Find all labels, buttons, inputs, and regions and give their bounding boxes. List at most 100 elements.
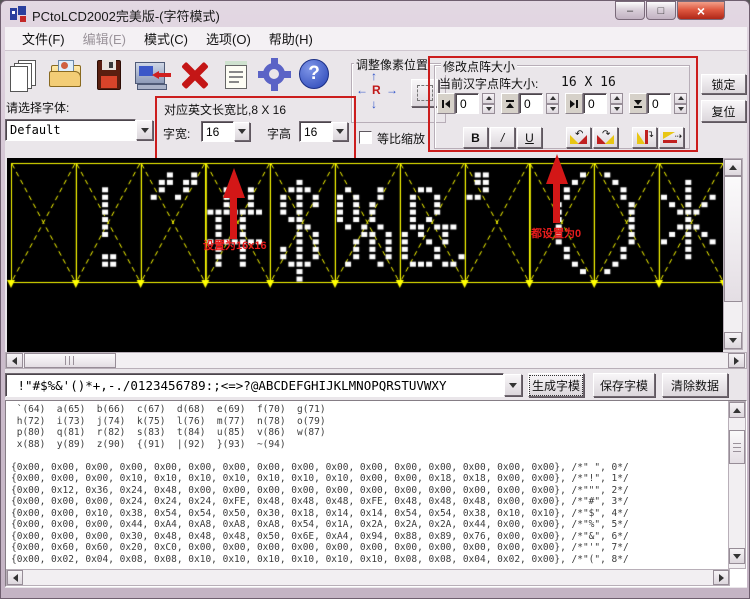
- reset-button[interactable]: 复位: [701, 100, 746, 122]
- new-button[interactable]: [9, 57, 43, 93]
- charlist-dropdown-button[interactable]: [504, 374, 522, 396]
- chevron-down-icon: [336, 129, 344, 134]
- offset-right-spinner[interactable]: [610, 93, 623, 114]
- scroll-left-button[interactable]: [7, 570, 23, 585]
- save-font-button[interactable]: 保存字模: [593, 373, 655, 397]
- font-select-label: 请选择字体:: [6, 99, 69, 116]
- current-matrix-label: 当前汉字点阵大小:: [439, 75, 538, 92]
- offset-right-icon[interactable]: [565, 93, 583, 114]
- charlist-value: !"#$%&'()*+,-./0123456789:;<=>?@ABCDEFGH…: [10, 378, 447, 393]
- generate-button[interactable]: 生成字模: [528, 373, 584, 397]
- lock-button[interactable]: 锁定: [701, 74, 746, 94]
- offset-top-field[interactable]: 0: [519, 93, 543, 114]
- annotation-note-2: 都设置为0: [531, 225, 581, 241]
- offset-top-icon[interactable]: [501, 93, 519, 114]
- output-text[interactable]: `(64) a(65) b(66) c(67) d(68) e(69) f(70…: [11, 404, 726, 566]
- proportional-scale-checkbox[interactable]: [359, 131, 372, 144]
- offset-bottom-icon[interactable]: [629, 93, 647, 114]
- title-bar[interactable]: PCtoLCD2002完美版-(字符模式) – □ ×: [1, 1, 750, 27]
- charlist-combobox[interactable]: !"#$%&'()*+,-./0123456789:;<=>?@ABCDEFGH…: [5, 373, 504, 397]
- scroll-right-button[interactable]: [713, 570, 729, 585]
- annotation-arrow-2: [546, 154, 568, 184]
- maximize-icon: □: [658, 5, 665, 17]
- scroll-down-button[interactable]: [724, 332, 742, 349]
- canvas-vscrollbar[interactable]: [723, 158, 743, 350]
- notes-button[interactable]: [221, 57, 253, 93]
- arrow-down-icon: [733, 554, 741, 559]
- close-button[interactable]: ×: [677, 1, 725, 20]
- minimize-button[interactable]: –: [615, 1, 645, 20]
- offset-right-value: 0: [588, 97, 595, 111]
- help-button[interactable]: ?: [297, 57, 333, 93]
- reset-center-label[interactable]: R: [372, 83, 381, 97]
- menu-help[interactable]: 帮助(H): [260, 26, 322, 51]
- export-button[interactable]: [133, 57, 173, 93]
- chevron-down-icon: [141, 128, 149, 133]
- offset-left-icon[interactable]: [437, 93, 455, 114]
- offset-right-field[interactable]: 0: [583, 93, 607, 114]
- font-select-combobox[interactable]: Default: [5, 119, 136, 141]
- font-select-value: Default: [10, 123, 61, 137]
- proportional-scale-label: 等比缩放: [377, 130, 425, 147]
- arrow-right-icon: [734, 357, 739, 365]
- delete-button[interactable]: [177, 57, 213, 93]
- offset-bottom-field[interactable]: 0: [647, 93, 671, 114]
- menu-mode[interactable]: 模式(C): [135, 26, 197, 51]
- char-width-combobox[interactable]: 16: [201, 121, 234, 142]
- char-width-dropdown-button[interactable]: [234, 122, 250, 141]
- scroll-left-button[interactable]: [6, 353, 23, 368]
- maximize-button[interactable]: □: [646, 1, 676, 20]
- scroll-right-button[interactable]: [728, 353, 745, 368]
- underline-button[interactable]: U: [517, 127, 542, 148]
- arrow-up-icon: [733, 408, 741, 413]
- canvas-hscroll-thumb[interactable]: [24, 353, 116, 368]
- output-vscroll-thumb[interactable]: [729, 430, 745, 464]
- flip-vertical-button[interactable]: ↴: [632, 127, 657, 148]
- save-button[interactable]: [93, 57, 127, 93]
- move-up-icon[interactable]: ↑: [371, 70, 377, 82]
- rotate-right-button[interactable]: ↷: [593, 127, 618, 148]
- rotate-left-button[interactable]: ↶: [566, 127, 591, 148]
- italic-button[interactable]: /: [490, 127, 515, 148]
- move-down-icon[interactable]: ↓: [371, 98, 377, 110]
- offset-bottom-spinner[interactable]: [674, 93, 687, 114]
- move-left-icon[interactable]: ←: [356, 84, 368, 96]
- current-matrix-value: 16 X 16: [561, 75, 616, 90]
- open-button[interactable]: [49, 57, 85, 93]
- flip-horizontal-button[interactable]: ⇢: [659, 127, 684, 148]
- menu-file[interactable]: 文件(F): [13, 26, 74, 51]
- settings-gear-icon: [263, 63, 285, 85]
- offset-left-field[interactable]: 0: [455, 93, 479, 114]
- font-select-dropdown-button[interactable]: [136, 120, 153, 140]
- dot-matrix-canvas[interactable]: [7, 158, 723, 352]
- app-window: PCtoLCD2002完美版-(字符模式) – □ × 文件(F) 编辑(E) …: [0, 0, 750, 599]
- char-height-combobox[interactable]: 16: [299, 121, 332, 142]
- output-hscrollbar[interactable]: [6, 569, 730, 586]
- move-right-icon[interactable]: →: [386, 84, 398, 96]
- window-title: PCtoLCD2002完美版-(字符模式): [32, 6, 220, 25]
- char-height-dropdown-button[interactable]: [332, 122, 348, 141]
- clear-data-button[interactable]: 清除数据: [662, 373, 728, 397]
- grip-icon: [733, 443, 741, 452]
- arrow-down-icon: [729, 338, 737, 343]
- scroll-up-button[interactable]: [729, 402, 745, 418]
- offset-top-spinner[interactable]: [546, 93, 559, 114]
- menu-options[interactable]: 选项(O): [197, 26, 260, 51]
- canvas-hscrollbar[interactable]: [5, 352, 747, 369]
- scroll-down-button[interactable]: [729, 548, 745, 564]
- settings-button[interactable]: [257, 57, 293, 93]
- bold-button[interactable]: B: [463, 127, 488, 148]
- grip-icon: [65, 356, 75, 365]
- scroll-up-button[interactable]: [724, 159, 742, 176]
- arrow-up-icon: [729, 165, 737, 170]
- flip-horizontal-icon: [663, 132, 675, 139]
- generate-label: 生成字模: [529, 375, 583, 396]
- output-vscrollbar[interactable]: [728, 401, 746, 569]
- canvas-vscroll-thumb[interactable]: [724, 176, 742, 302]
- offset-bottom-value: 0: [652, 97, 659, 111]
- offset-left-spinner[interactable]: [482, 93, 495, 114]
- flip-vertical-icon: [637, 132, 645, 144]
- annotation-arrow-1: [223, 168, 245, 198]
- output-area[interactable]: `(64) a(65) b(66) c(67) d(68) e(69) f(70…: [5, 400, 747, 587]
- app-icon: [10, 6, 26, 22]
